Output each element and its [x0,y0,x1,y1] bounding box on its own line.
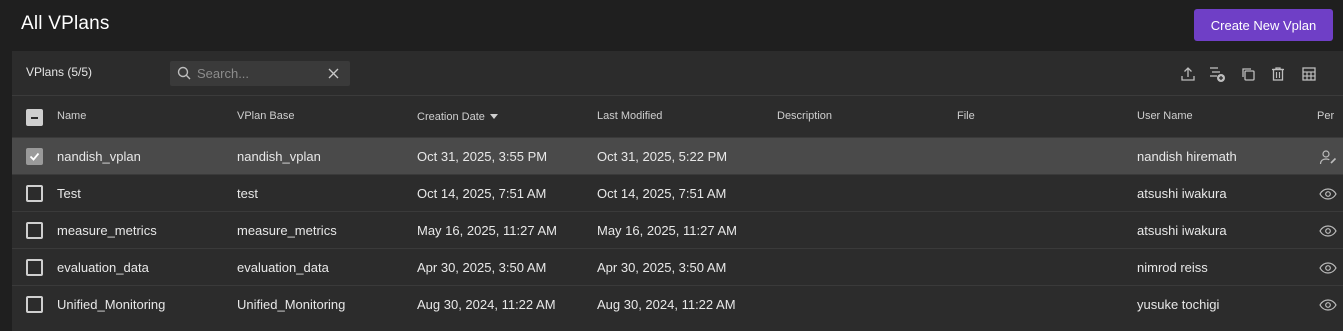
cell-created: Oct 31, 2025, 3:55 PM [417,149,548,164]
column-header-file[interactable]: File [957,110,975,122]
column-header-last-modified[interactable]: Last Modified [597,110,662,122]
eye-icon[interactable] [1319,297,1337,313]
search-input[interactable] [197,64,322,83]
cell-created: Apr 30, 2025, 3:50 AM [417,260,547,275]
cell-base: Unified_Monitoring [237,297,346,312]
column-header-vplan-base[interactable]: VPlan Base [237,110,294,122]
cell-modified: Oct 31, 2025, 5:22 PM [597,149,728,164]
export-icon[interactable] [1179,65,1197,83]
search-box [170,61,350,86]
search-icon [177,66,191,80]
cell-created: Oct 14, 2025, 7:51 AM [417,186,547,201]
column-header-name[interactable]: Name [57,110,86,122]
cell-base: nandish_vplan [237,149,321,164]
table-row[interactable]: measure_metrics measure_metrics May 16, 20… [12,211,1343,248]
sort-desc-icon [489,110,498,122]
table-header: Name VPlan Base Creation Date Last Modif… [12,95,1343,137]
cell-modified: Oct 14, 2025, 7:51 AM [597,186,727,201]
cell-user: nandish hiremath [1137,149,1237,164]
delete-icon[interactable] [1269,65,1287,83]
user-edit-icon[interactable] [1319,149,1337,165]
table-row[interactable]: evaluation_data evaluation_data Apr 30, 20… [12,248,1343,285]
row-checkbox[interactable] [26,259,43,276]
table-row[interactable]: Unified_Monitoring Unified_Monitoring Aug … [12,285,1343,322]
column-header-creation-date[interactable]: Creation Date [417,110,498,123]
eye-icon[interactable] [1319,260,1337,276]
table-toolbar: VPlans (5/5) [12,51,1343,95]
column-header-user-name[interactable]: User Name [1137,110,1193,122]
cell-user: atsushi iwakura [1137,223,1227,238]
cell-base: test [237,186,258,201]
cell-user: yusuke tochigi [1137,297,1220,312]
cell-modified: Aug 30, 2024, 11:22 AM [597,297,736,312]
create-new-vplan-button[interactable]: Create New Vplan [1194,9,1333,41]
cell-name[interactable]: Unified_Monitoring [57,297,165,312]
eye-icon[interactable] [1319,186,1337,202]
cell-user: atsushi iwakura [1137,186,1227,201]
row-checkbox[interactable] [26,185,43,202]
select-all-checkbox[interactable] [26,109,43,126]
cell-created: Aug 30, 2024, 11:22 AM [417,297,556,312]
add-filter-icon[interactable] [1208,65,1226,83]
eye-icon[interactable] [1319,223,1337,239]
row-checkbox[interactable] [26,296,43,313]
cell-name[interactable]: Test [57,186,81,201]
cell-name[interactable]: measure_metrics [57,223,157,238]
vplans-count: VPlans (5/5) [26,65,93,79]
cell-modified: May 16, 2025, 11:27 AM [597,223,737,238]
clear-search-icon[interactable] [327,67,340,80]
column-header-creation-date-label: Creation Date [417,111,485,123]
table-row[interactable]: nandish_vplan nandish_vplan Oct 31, 2025, … [12,137,1343,174]
cell-base: measure_metrics [237,223,337,238]
cell-modified: Apr 30, 2025, 3:50 AM [597,260,727,275]
column-header-permissions[interactable]: Per [1317,110,1334,122]
column-header-description[interactable]: Description [777,110,832,122]
columns-icon[interactable] [1300,65,1318,83]
row-checkbox[interactable] [26,148,43,165]
row-checkbox[interactable] [26,222,43,239]
cell-user: nimrod reiss [1137,260,1208,275]
cell-created: May 16, 2025, 11:27 AM [417,223,557,238]
cell-base: evaluation_data [237,260,329,275]
vplans-table-panel: VPlans (5/5) Name VPlan Base [12,51,1343,331]
cell-name[interactable]: nandish_vplan [57,149,141,164]
cell-name[interactable]: evaluation_data [57,260,149,275]
copy-icon[interactable] [1239,65,1257,83]
page-title: All VPlans [21,13,110,34]
table-row[interactable]: Test test Oct 14, 2025, 7:51 AM Oct 14, 202… [12,174,1343,211]
